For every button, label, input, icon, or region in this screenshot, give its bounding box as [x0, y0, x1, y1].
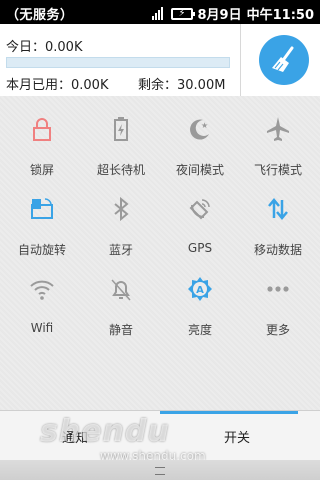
- battery-icon: [114, 117, 128, 141]
- wifi-icon: [30, 280, 54, 300]
- more-icon: [267, 286, 289, 292]
- lock-icon: [33, 118, 51, 141]
- svg-text:A: A: [196, 285, 204, 296]
- toggle-auto-rotate[interactable]: 自动旋转: [2, 186, 82, 266]
- tab-label: 开关: [224, 431, 251, 446]
- usage-progress-bar: [6, 57, 230, 68]
- airplane-icon: [267, 117, 289, 141]
- active-tab-indicator: [160, 411, 298, 414]
- toggle-grid: 锁屏 超长待机 ★ 夜间模式 飞行模式 自动旋转 蓝牙 GPS 移动数据 Wif…: [0, 96, 320, 410]
- traffic-panel: 今日：0.00K 本月已用：0.00K 剩余：30.00M: [0, 24, 320, 97]
- toggle-brightness[interactable]: A 亮度: [160, 266, 240, 346]
- toggle-label: 自动旋转: [17, 243, 66, 257]
- toggle-label: 飞行模式: [253, 163, 302, 177]
- toggle-mobile-data[interactable]: 移动数据: [238, 186, 318, 266]
- moon-icon: ★: [190, 119, 209, 140]
- clean-button[interactable]: [259, 35, 309, 85]
- status-bar: （无服务） ⚡ 8月9日 中午11:50: [0, 0, 320, 24]
- battery-charging-icon: ⚡: [170, 7, 195, 20]
- gps-icon: [189, 199, 210, 220]
- toggle-silent[interactable]: 静音: [81, 266, 161, 346]
- toggle-lock-screen[interactable]: 锁屏: [2, 106, 82, 186]
- bluetooth-icon: [114, 196, 129, 222]
- broom-icon: [272, 46, 294, 72]
- toggle-label: Wifi: [30, 321, 54, 335]
- signal-icon: [151, 6, 166, 21]
- status-icons: ⚡ 8月9日 中午11:50: [151, 4, 314, 23]
- brightness-icon: A: [188, 277, 212, 301]
- toggle-bluetooth[interactable]: 蓝牙: [81, 186, 161, 266]
- toggle-label: 亮度: [187, 323, 212, 337]
- toggle-label: GPS: [187, 241, 213, 255]
- toggle-label: 静音: [108, 323, 133, 337]
- toggle-gps[interactable]: GPS: [160, 186, 240, 266]
- month-usage: 本月已用：0.00K: [6, 78, 109, 93]
- remaining-data: 剩余：30.00M: [138, 78, 226, 93]
- watermark-logo: shendu: [40, 414, 170, 449]
- today-usage: 今日：0.00K: [6, 40, 83, 55]
- toggle-long-standby[interactable]: 超长待机: [81, 106, 161, 186]
- panel-divider: [240, 24, 241, 96]
- status-time: 中午11:50: [246, 8, 314, 23]
- toggle-label: 移动数据: [253, 243, 302, 257]
- rotate-icon: [31, 198, 53, 219]
- carrier-status: （无服务）: [6, 8, 74, 23]
- toggle-night-mode[interactable]: ★ 夜间模式: [160, 106, 240, 186]
- toggle-label: 夜间模式: [175, 163, 224, 177]
- svg-text:★: ★: [201, 121, 208, 130]
- bell-icon: [111, 279, 131, 301]
- toggle-label: 锁屏: [29, 163, 54, 177]
- mobile-data-icon: [268, 198, 288, 220]
- status-date: 8月9日: [197, 8, 242, 23]
- toggle-more[interactable]: 更多: [238, 266, 318, 346]
- toggle-label: 更多: [265, 323, 290, 337]
- toggle-airplane-mode[interactable]: 飞行模式: [238, 106, 318, 186]
- toggle-wifi[interactable]: Wifi: [2, 266, 82, 346]
- toggle-label: 蓝牙: [108, 243, 133, 257]
- toggle-label: 超长待机: [96, 163, 145, 177]
- grip-icon: [155, 467, 165, 475]
- drawer-drag-handle[interactable]: [0, 460, 320, 480]
